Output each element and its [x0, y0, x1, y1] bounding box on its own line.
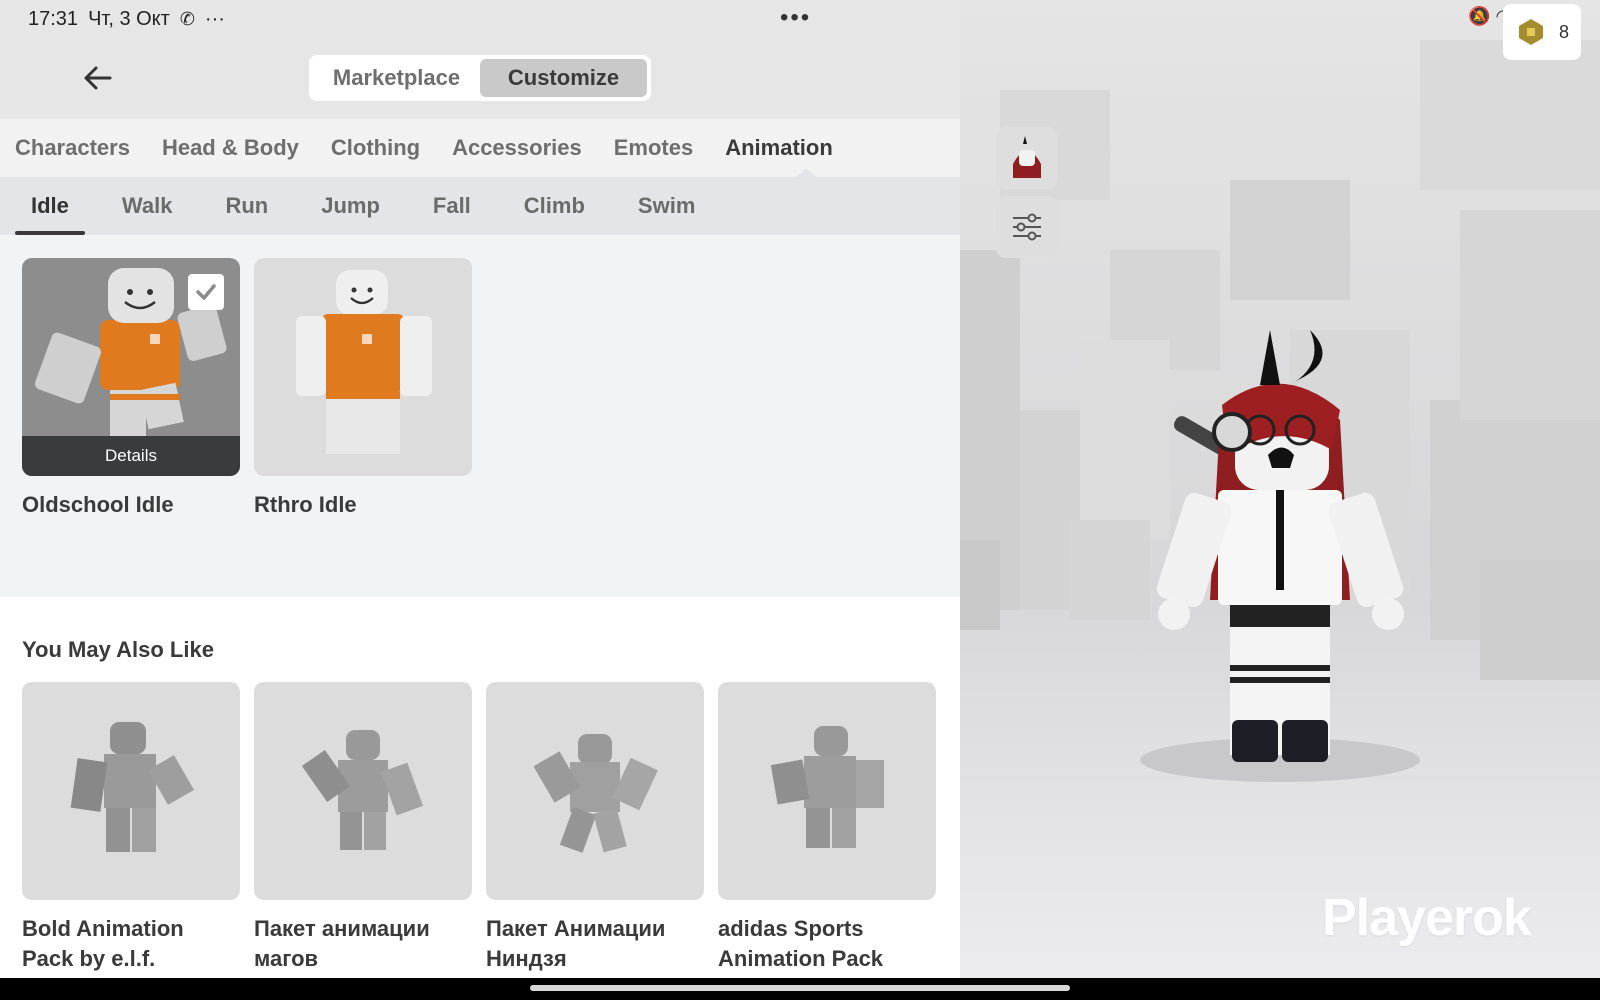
recommendation-card[interactable]: Пакет Анимации Ниндзя: [486, 682, 704, 973]
status-date: Чт, 3 Окт: [88, 7, 170, 30]
subtab-fall[interactable]: Fall: [417, 177, 487, 235]
avatar-thumbnail-button[interactable]: [996, 127, 1058, 189]
catalog-panel: 17:31 Чт, 3 Окт ✆ ··· ••• Marketplace Cu…: [0, 0, 960, 978]
subtab-walk[interactable]: Walk: [106, 177, 189, 235]
gray-avatar-pose-icon: [301, 730, 424, 850]
subtab-run[interactable]: Run: [209, 177, 284, 235]
tab-emotes[interactable]: Emotes: [614, 135, 693, 161]
settings-sliders-button[interactable]: [996, 196, 1058, 258]
owned-animations-grid: Details Oldschool Idle Rthro Idle: [0, 235, 960, 597]
watermark: Playerok: [1322, 889, 1532, 947]
gray-avatar-pose-icon: [70, 722, 194, 852]
avatar-head-icon: [1013, 136, 1041, 178]
item-card[interactable]: Rthro Idle: [254, 258, 472, 520]
sliders-icon: [1013, 213, 1041, 241]
tab-animation[interactable]: Animation: [725, 135, 833, 161]
marketplace-tab[interactable]: Marketplace: [313, 59, 480, 97]
gray-avatar-pose-icon: [533, 734, 658, 853]
subtab-idle[interactable]: Idle: [15, 177, 85, 235]
avatar-figure-icon: [296, 270, 432, 454]
recommendation-card[interactable]: Пакет анимации магов: [254, 682, 472, 973]
whatsapp-icon: ✆: [179, 8, 195, 29]
robux-amount: 8: [1558, 21, 1569, 42]
recommendations-section: You May Also Like Bold Animation Pack by…: [0, 597, 960, 978]
item-thumbnail[interactable]: [254, 258, 472, 476]
subtab-swim[interactable]: Swim: [622, 177, 711, 235]
gray-avatar-pose-icon: [770, 726, 884, 848]
recommendation-card[interactable]: adidas Sports Animation Pack: [718, 682, 936, 973]
mode-switch: Marketplace Customize: [309, 55, 651, 101]
section-title: You May Also Like: [22, 637, 214, 662]
status-time: 17:31: [28, 7, 79, 30]
recommendation-card[interactable]: Bold Animation Pack by e.l.f.: [22, 682, 240, 973]
tab-clothing[interactable]: Clothing: [331, 135, 420, 161]
subcategory-tabs: Idle Walk Run Jump Fall Climb Swim: [0, 177, 960, 235]
back-button[interactable]: [78, 58, 118, 98]
item-thumbnail[interactable]: Details: [22, 258, 240, 476]
item-name: Пакет Анимации Ниндзя: [486, 916, 666, 971]
mute-bell-icon: 🔕: [1468, 6, 1491, 26]
subtab-jump[interactable]: Jump: [305, 177, 396, 235]
home-indicator[interactable]: [530, 985, 1070, 991]
status-bar: 17:31 Чт, 3 Окт ✆ ···: [28, 6, 225, 32]
item-name: Bold Animation Pack by e.l.f.: [22, 916, 184, 971]
back-arrow-icon: [84, 66, 112, 90]
customize-tab[interactable]: Customize: [480, 59, 647, 97]
item-name: Rthro Idle: [254, 492, 357, 517]
checkmark-icon: [196, 284, 216, 300]
details-button[interactable]: Details: [22, 436, 240, 476]
item-name: Oldschool Idle: [22, 492, 174, 517]
item-name: adidas Sports Animation Pack: [718, 916, 884, 971]
tab-characters[interactable]: Characters: [15, 135, 130, 161]
item-thumbnail[interactable]: [254, 682, 472, 900]
item-thumbnail[interactable]: [22, 682, 240, 900]
tab-accessories[interactable]: Accessories: [452, 135, 582, 161]
subtab-climb[interactable]: Climb: [508, 177, 601, 235]
item-thumbnail[interactable]: [486, 682, 704, 900]
item-card[interactable]: Details Oldschool Idle: [22, 258, 240, 520]
robux-icon: [1519, 19, 1543, 45]
status-more-icon: ···: [204, 7, 225, 30]
robux-balance[interactable]: 8: [1503, 4, 1581, 60]
selected-checkbox[interactable]: [188, 274, 224, 310]
item-thumbnail[interactable]: [718, 682, 936, 900]
window-menu-dots-icon[interactable]: •••: [780, 4, 811, 32]
tab-head-body[interactable]: Head & Body: [162, 135, 299, 161]
item-name: Пакет анимации магов: [254, 916, 430, 971]
